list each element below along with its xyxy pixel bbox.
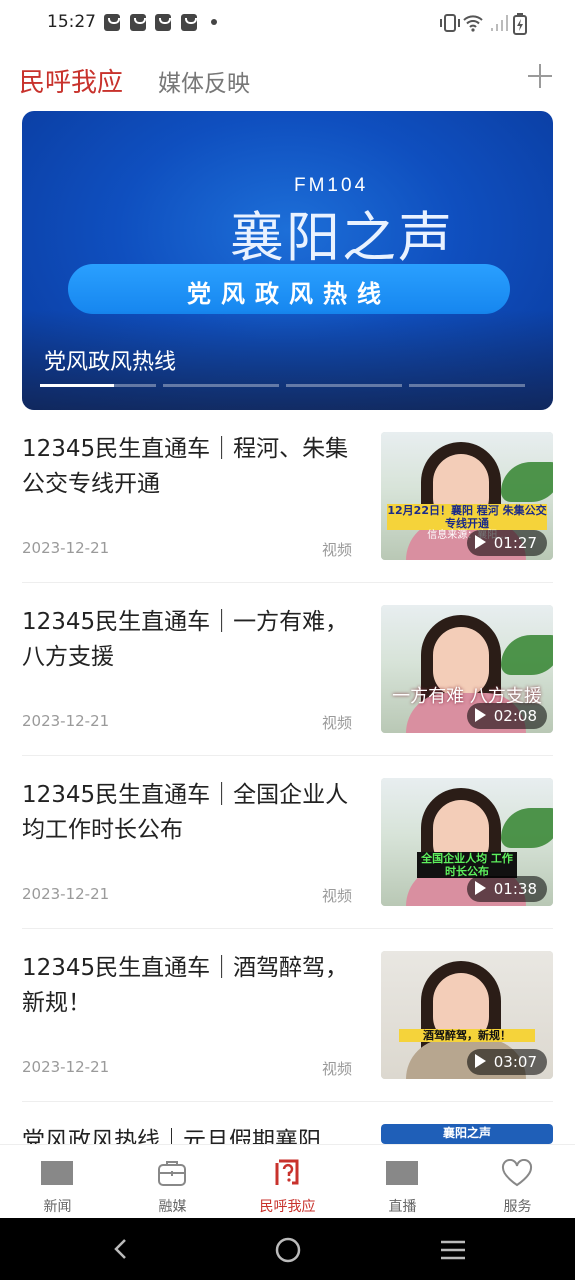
play-icon xyxy=(474,881,486,895)
banner-station-name: 襄阳之声 xyxy=(230,206,454,269)
news-title: 党风政风热线｜元旦假期襄阳 xyxy=(22,1128,321,1144)
status-bar: 15:27 xyxy=(0,0,575,48)
video-thumbnail[interactable]: 全国企业人均 工作时长公布 01:38 xyxy=(381,778,553,906)
briefcase-icon xyxy=(158,1161,186,1186)
notification-bag-icon xyxy=(181,14,197,31)
video-duration: 03:07 xyxy=(466,1049,547,1075)
thumb-subtitle: 酒驾醉驾，新规！ xyxy=(399,1029,535,1042)
video-duration: 01:27 xyxy=(466,530,547,556)
more-notifications-icon xyxy=(211,19,217,25)
news-item[interactable]: 党风政风热线｜元旦假期襄阳 襄阳之声 xyxy=(22,1124,553,1144)
news-type: 视频 xyxy=(322,714,353,732)
video-thumbnail[interactable]: 12月22日！襄阳 程河 朱集公交专线开通 信息来源：襄阳... 01:27 xyxy=(381,432,553,560)
news-item[interactable]: 12345民生直通车｜酒驾醉驾，新规！ 2023-12-21 视频 酒驾醉驾，新… xyxy=(22,951,553,1079)
divider xyxy=(22,582,553,583)
news-item[interactable]: 12345民生直通车｜程河、朱集公交专线开通 2023-12-21 视频 12月… xyxy=(22,432,553,560)
nav-label: 融媒 xyxy=(158,1199,187,1215)
tv-icon xyxy=(386,1161,418,1185)
bottom-nav: 新闻 融媒 民呼我应 直播 服务 xyxy=(0,1144,575,1219)
divider xyxy=(22,755,553,756)
carousel-indicator xyxy=(40,384,156,387)
banner-carousel[interactable]: FM104 襄阳之声 党风政风热线 党风政风热线 xyxy=(22,111,553,410)
top-tabs: 民呼我应 媒体反映 xyxy=(0,56,575,100)
add-channel-icon[interactable] xyxy=(526,62,554,90)
thumb-subtitle: 12月22日！襄阳 程河 朱集公交专线开通 xyxy=(387,504,547,530)
divider xyxy=(22,928,553,929)
notification-bag-icon xyxy=(104,14,120,31)
news-title: 12345民生直通车｜全国企业人均工作时长公布 xyxy=(22,782,349,843)
tv-icon xyxy=(41,1161,73,1185)
tab-meiti-fanying[interactable]: 媒体反映 xyxy=(158,64,250,98)
battery-charging-icon xyxy=(513,13,527,35)
divider xyxy=(22,1101,553,1102)
video-thumbnail[interactable]: 一方有难 八方支援 02:08 xyxy=(381,605,553,733)
status-time: 15:27 xyxy=(47,12,96,32)
video-duration: 02:08 xyxy=(466,703,547,729)
thumb-subtitle: 全国企业人均 工作时长公布 xyxy=(417,852,517,878)
video-thumbnail[interactable]: 酒驾醉驾，新规！ 03:07 xyxy=(381,951,553,1079)
news-title: 12345民生直通车｜酒驾醉驾，新规！ xyxy=(22,955,349,1016)
nav-live[interactable]: 直播 xyxy=(345,1145,460,1219)
question-icon xyxy=(275,1159,299,1185)
news-date: 2023-12-21 xyxy=(22,712,110,730)
news-date: 2023-12-21 xyxy=(22,885,110,903)
play-icon xyxy=(474,1054,486,1068)
system-nav-bar xyxy=(0,1218,575,1280)
play-icon xyxy=(474,535,486,549)
recents-menu-icon[interactable] xyxy=(439,1238,467,1262)
news-type: 视频 xyxy=(322,541,353,559)
nav-rongmei[interactable]: 融媒 xyxy=(115,1145,230,1219)
notification-bag-icon xyxy=(155,14,171,31)
home-icon[interactable] xyxy=(274,1236,302,1264)
carousel-indicator xyxy=(163,384,279,387)
news-title: 12345民生直通车｜一方有难，八方支援 xyxy=(22,609,349,670)
nav-label: 民呼我应 xyxy=(259,1199,316,1215)
nav-news[interactable]: 新闻 xyxy=(0,1145,115,1219)
banner-caption: 党风政风热线 xyxy=(44,350,177,375)
notification-bag-icon xyxy=(130,14,146,31)
carousel-indicator xyxy=(409,384,525,387)
article-thumbnail[interactable]: 襄阳之声 xyxy=(381,1124,553,1144)
back-icon[interactable] xyxy=(110,1237,134,1261)
wifi-icon xyxy=(463,15,483,32)
nav-label: 服务 xyxy=(503,1199,532,1215)
banner-slogan: 党风政风热线 xyxy=(187,280,391,308)
news-item[interactable]: 12345民生直通车｜一方有难，八方支援 2023-12-21 视频 一方有难 … xyxy=(22,605,553,733)
vibrate-icon xyxy=(440,14,460,32)
play-icon xyxy=(474,708,486,722)
heart-icon xyxy=(501,1159,533,1187)
nav-service[interactable]: 服务 xyxy=(460,1145,575,1219)
news-type: 视频 xyxy=(322,887,353,905)
nav-label: 直播 xyxy=(388,1199,417,1215)
news-date: 2023-12-21 xyxy=(22,539,110,557)
banner-slogan-pill: 党风政风热线 xyxy=(68,264,510,314)
news-date: 2023-12-21 xyxy=(22,1058,110,1076)
thumb-subtitle: 襄阳之声 xyxy=(442,1126,491,1140)
news-title: 12345民生直通车｜程河、朱集公交专线开通 xyxy=(22,436,349,497)
nav-minhu-woying[interactable]: 民呼我应 xyxy=(230,1145,345,1219)
carousel-indicator xyxy=(286,384,402,387)
signal-icon xyxy=(491,15,508,31)
news-type: 视频 xyxy=(322,1060,353,1078)
video-duration: 01:38 xyxy=(466,876,547,902)
news-item[interactable]: 12345民生直通车｜全国企业人均工作时长公布 2023-12-21 视频 全国… xyxy=(22,778,553,906)
nav-label: 新闻 xyxy=(43,1199,72,1215)
tab-minhu-woying[interactable]: 民呼我应 xyxy=(19,62,123,99)
